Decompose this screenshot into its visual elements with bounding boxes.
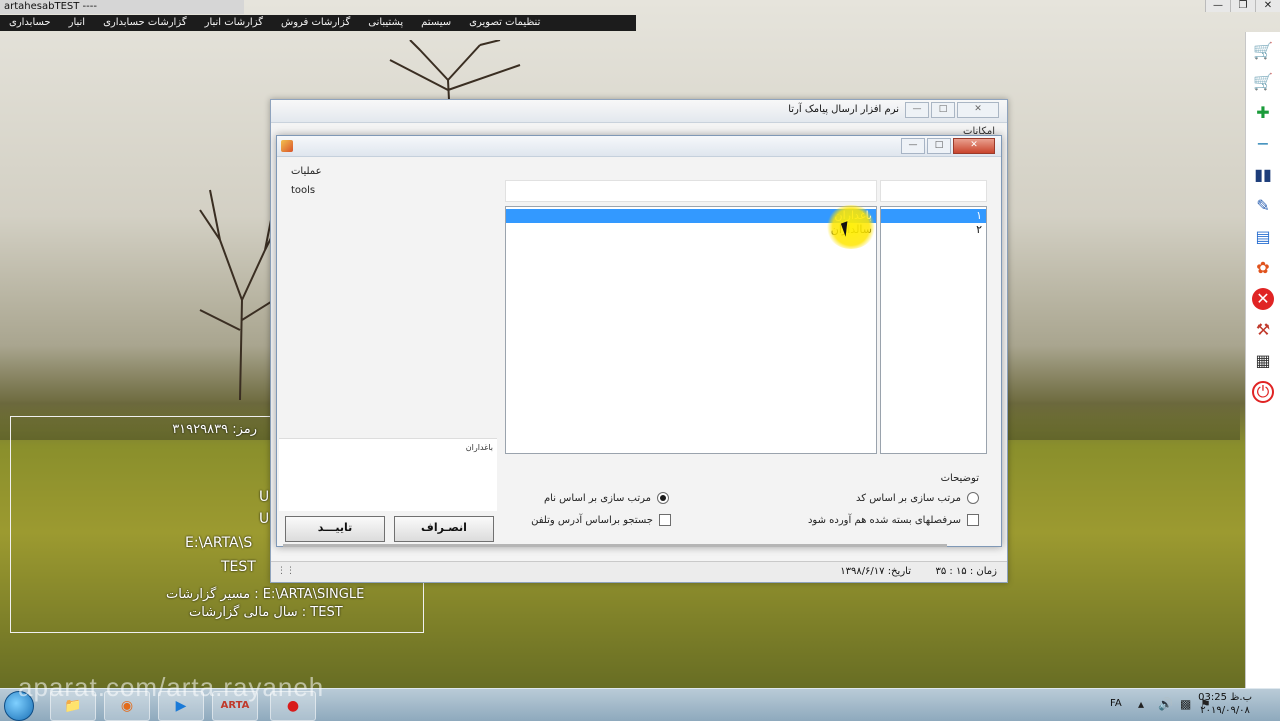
cart-remove-icon[interactable]: − bbox=[1252, 133, 1274, 155]
data-path: E:\ARTA\S bbox=[185, 535, 253, 551]
document-icon[interactable]: ▤ bbox=[1252, 226, 1274, 248]
watermark: aparat.com/arta.rayaneh bbox=[18, 672, 325, 702]
menu-accounting-reports[interactable]: گزارشات حسابداری bbox=[94, 15, 196, 31]
list-item[interactable]: باغداران bbox=[506, 209, 876, 223]
sort-by-code-option[interactable]: مرتب سازی بر اساس کد bbox=[856, 492, 979, 504]
preview-panel: باغداران bbox=[279, 438, 497, 511]
clock[interactable]: 03:25 ب.ظ ۲۰۱۹/۰۹/۰۸ bbox=[1198, 691, 1252, 717]
minimize-button[interactable]: — bbox=[901, 138, 925, 154]
sort-by-code-label: مرتب سازی بر اساس کد bbox=[856, 492, 961, 504]
sms-window-titlebar: نرم افزار ارسال پیامک آرتا — □ ✕ bbox=[271, 100, 1007, 123]
sms-window-controls: — □ ✕ bbox=[905, 102, 999, 118]
search-address-label: جستجو براساس آدرس وتلفن bbox=[531, 514, 653, 526]
menu-accounting[interactable]: حسابداری bbox=[0, 15, 60, 31]
report-path: مسیر گزارشات : E:\ARTA\SINGLE bbox=[166, 587, 365, 602]
user-line-1: U bbox=[259, 489, 270, 505]
books-icon[interactable]: ▮▮ bbox=[1252, 164, 1274, 186]
grip-icon: ⋮⋮ bbox=[277, 566, 295, 576]
menu-visual-settings[interactable]: تنظیمات تصویری bbox=[460, 15, 549, 31]
closed-headers-option[interactable]: سرفصلهای بسته شده هم آورده شود bbox=[808, 514, 979, 526]
language-indicator[interactable]: FA bbox=[1110, 698, 1122, 709]
power-icon[interactable]: ⏻ bbox=[1252, 381, 1274, 403]
basket-icon[interactable]: 🛒 bbox=[1252, 71, 1274, 93]
right-toolbar: 🛒 🛒 ✚ − ▮▮ ✎ ▤ ✿ ✕ ⚒ ▦ ⏻ bbox=[1245, 32, 1280, 688]
minimize-button[interactable]: — bbox=[905, 102, 929, 118]
sms-window-title: نرم افزار ارسال پیامک آرتا bbox=[788, 104, 899, 115]
menu-support[interactable]: پشتیبانی bbox=[359, 15, 412, 31]
menu-warehouse[interactable]: انبار bbox=[60, 15, 94, 31]
dialog-titlebar: — □ ✕ bbox=[277, 136, 1001, 157]
close-button[interactable]: ✕ bbox=[1255, 0, 1280, 12]
preview-text: باغداران bbox=[465, 443, 493, 452]
maximize-button[interactable]: ❐ bbox=[1230, 0, 1255, 12]
cart-add-icon[interactable]: ✚ bbox=[1252, 102, 1274, 124]
flower-icon[interactable]: ✿ bbox=[1252, 257, 1274, 279]
main-menu: حسابداری انبار گزارشات حسابداری گزارشات … bbox=[0, 15, 636, 31]
search-address-option[interactable]: جستجو براساس آدرس وتلفن bbox=[531, 514, 671, 526]
sort-by-name-radio[interactable] bbox=[657, 492, 669, 504]
maximize-button[interactable]: □ bbox=[931, 102, 955, 118]
clock-time: 03:25 ب.ظ bbox=[1198, 692, 1252, 703]
sort-by-name-option[interactable]: مرتب سازی بر اساس نام bbox=[544, 492, 669, 504]
database-name: TEST bbox=[221, 559, 256, 575]
menu-tools[interactable]: tools bbox=[291, 181, 322, 200]
basket-icon[interactable]: 🛒 bbox=[1252, 40, 1274, 62]
closed-headers-label: سرفصلهای بسته شده هم آورده شود bbox=[807, 514, 961, 526]
search-address-checkbox[interactable] bbox=[659, 514, 671, 526]
status-date: تاریخ: ۱۳۹۸/۶/۱۷ bbox=[840, 566, 911, 577]
list-item[interactable]: ۱ bbox=[881, 209, 986, 223]
confirm-button[interactable]: تاییـــد bbox=[285, 516, 385, 542]
calculator-icon[interactable]: ▦ bbox=[1252, 350, 1274, 372]
minimize-button[interactable]: — bbox=[1205, 0, 1230, 12]
app-title: artahesabTEST ---- bbox=[0, 0, 244, 14]
dialog-controls: — □ ✕ bbox=[901, 138, 995, 154]
list-item[interactable]: سالداران bbox=[506, 223, 876, 237]
network-icon[interactable]: ▩ bbox=[1180, 697, 1191, 711]
dialog-menu: عملیات tools bbox=[291, 162, 322, 200]
close-button[interactable]: ✕ bbox=[953, 138, 995, 154]
edit-icon[interactable]: ✎ bbox=[1252, 195, 1274, 217]
clock-date: ۲۰۱۹/۰۹/۰۸ bbox=[1200, 705, 1250, 716]
volume-icon[interactable]: 🔊 bbox=[1158, 697, 1173, 711]
status-bar: ⋮⋮ تاریخ: ۱۳۹۸/۶/۱۷ زمان : ۱۵ : ۳۵ bbox=[271, 561, 1007, 582]
user-line-2: U bbox=[259, 511, 270, 527]
app-window-controls: — ❐ ✕ bbox=[1205, 0, 1280, 12]
tools-icon[interactable]: ⚒ bbox=[1252, 319, 1274, 341]
maximize-button[interactable]: □ bbox=[927, 138, 951, 154]
close-button[interactable]: ✕ bbox=[957, 102, 999, 118]
list-item[interactable]: ۲ bbox=[881, 223, 986, 237]
cursor-highlight bbox=[826, 205, 876, 249]
close-icon[interactable]: ✕ bbox=[1252, 288, 1274, 310]
chevron-up-icon[interactable]: ▴ bbox=[1138, 697, 1144, 711]
menu-warehouse-reports[interactable]: گزارشات انبار bbox=[196, 15, 272, 31]
code-filter-input[interactable] bbox=[880, 180, 987, 202]
sort-by-code-radio[interactable] bbox=[967, 492, 979, 504]
sort-by-name-label: مرتب سازی بر اساس نام bbox=[543, 492, 651, 504]
menu-system[interactable]: سیستم bbox=[412, 15, 460, 31]
app-icon bbox=[281, 140, 293, 152]
customer-code-list[interactable]: ۱ ۲ bbox=[880, 206, 987, 454]
customer-select-dialog: — □ ✕ عملیات tools باغداران سالداران ۱ ۲… bbox=[276, 135, 1002, 547]
menu-operations[interactable]: عملیات bbox=[291, 162, 322, 181]
password-label: رمز: ۳۱۹۲۹۸۳۹ bbox=[172, 422, 257, 437]
name-filter-input[interactable] bbox=[505, 180, 877, 202]
status-time: زمان : ۱۵ : ۳۵ bbox=[935, 566, 997, 577]
app-menubar: artahesabTEST ---- حسابداری انبار گزارشا… bbox=[0, 0, 636, 32]
closed-headers-checkbox[interactable] bbox=[967, 514, 979, 526]
customer-name-list[interactable]: باغداران سالداران bbox=[505, 206, 877, 454]
menu-sales-reports[interactable]: گزارشات فروش bbox=[272, 15, 359, 31]
notes-label: توضیحات bbox=[940, 473, 979, 484]
report-year: سال مالی گزارشات : TEST bbox=[189, 605, 343, 620]
horizontal-scrollbar[interactable] bbox=[283, 544, 947, 547]
cancel-button[interactable]: انصـراف bbox=[394, 516, 494, 542]
